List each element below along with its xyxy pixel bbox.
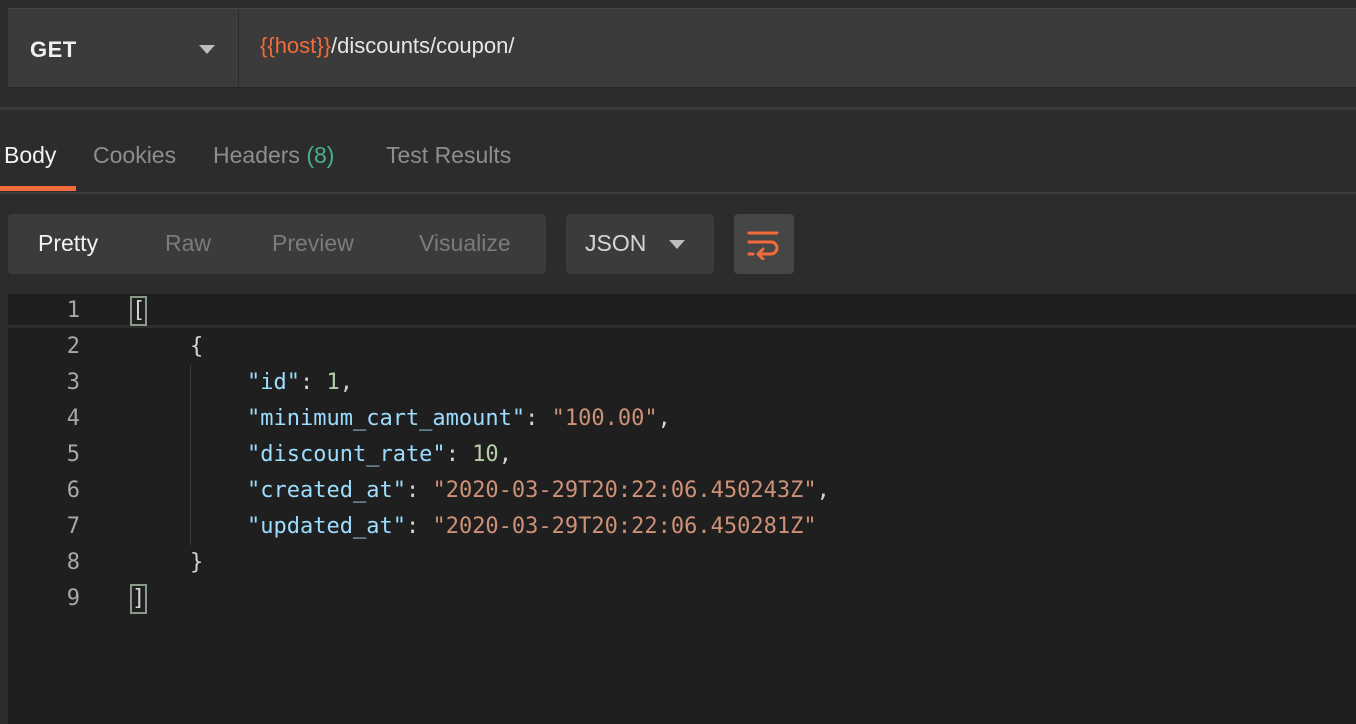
line-number: 1 (66, 298, 80, 323)
view-pretty-button[interactable]: Pretty (38, 230, 98, 257)
headers-count-badge: (8) (306, 142, 335, 168)
format-label: JSON (585, 230, 647, 256)
url-input[interactable]: {{host}}/discounts/coupon/ (260, 33, 514, 59)
tab-body[interactable]: Body (4, 142, 56, 169)
response-tabs: Body Cookies Headers (8) Test Results (0, 128, 1356, 192)
view-raw-button[interactable]: Raw (165, 230, 211, 257)
json-punct: , (498, 442, 512, 467)
code-line: ] (129, 584, 148, 614)
code-line: "minimum_cart_amount": "100.00", (247, 406, 671, 431)
close-bracket: ] (129, 584, 148, 614)
json-value: 1 (326, 370, 340, 395)
json-punct: , (657, 406, 671, 431)
json-key: "discount_rate" (247, 442, 446, 467)
response-body-editor[interactable]: 1 2 3 4 5 6 7 8 9 [ { "id": 1, "minimum_… (8, 294, 1356, 724)
code-line: "created_at": "2020-03-29T20:22:06.45024… (247, 478, 830, 503)
json-key: "created_at" (247, 478, 406, 503)
active-tab-indicator (0, 186, 76, 191)
close-brace: } (190, 550, 204, 575)
url-variable: {{host}} (260, 33, 331, 58)
indent-guide (190, 365, 191, 545)
line-number: 4 (66, 406, 80, 431)
open-bracket: [ (129, 296, 148, 326)
chevron-down-icon (669, 240, 685, 249)
url-path: /discounts/coupon/ (330, 33, 515, 58)
code-line: "id": 1, (247, 370, 353, 395)
line-number: 5 (66, 442, 80, 467)
line-number: 2 (66, 334, 80, 359)
request-bar: GET {{host}}/discounts/coupon/ (8, 8, 1356, 89)
line-number: 9 (66, 586, 80, 611)
method-label: GET (30, 37, 77, 62)
json-punct: , (339, 370, 353, 395)
json-key: "id" (247, 370, 300, 395)
postman-response-view: GET {{host}}/discounts/coupon/ Body Cook… (0, 0, 1356, 724)
code-line: "discount_rate": 10, (247, 442, 512, 467)
code-line: } (190, 550, 203, 575)
pane-divider[interactable] (0, 107, 1356, 110)
view-visualize-button[interactable]: Visualize (419, 230, 511, 257)
view-preview-button[interactable]: Preview (272, 230, 354, 257)
json-value: "100.00" (551, 406, 658, 431)
code-line: [ (129, 296, 148, 326)
json-key: "minimum_cart_amount" (247, 406, 526, 431)
tab-headers-label: Headers (213, 142, 300, 168)
json-key: "updated_at" (247, 514, 406, 539)
line-number: 3 (66, 370, 80, 395)
json-punct: , (816, 478, 830, 503)
code-line: { (190, 334, 203, 359)
tab-test-results[interactable]: Test Results (386, 142, 511, 169)
json-value: "2020-03-29T20:22:06.450243Z" (432, 478, 817, 503)
chevron-down-icon (199, 45, 215, 54)
wrap-lines-button[interactable] (734, 214, 794, 274)
method-select[interactable]: GET (8, 9, 239, 89)
active-line-highlight (8, 294, 1356, 328)
tabs-divider (0, 192, 1356, 194)
json-value: "2020-03-29T20:22:06.450281Z" (432, 514, 817, 539)
code-line: "updated_at": "2020-03-29T20:22:06.45028… (247, 514, 817, 539)
line-number: 7 (66, 514, 80, 539)
tab-cookies[interactable]: Cookies (93, 142, 176, 169)
format-select[interactable]: JSON (566, 214, 714, 274)
view-mode-segment: Pretty Raw Preview Visualize (8, 214, 546, 274)
json-value: 10 (472, 442, 499, 467)
open-brace: { (190, 334, 204, 359)
line-number: 6 (66, 478, 80, 503)
wrap-lines-icon (747, 231, 779, 260)
tab-headers[interactable]: Headers (8) (213, 142, 334, 169)
line-number: 8 (66, 550, 80, 575)
